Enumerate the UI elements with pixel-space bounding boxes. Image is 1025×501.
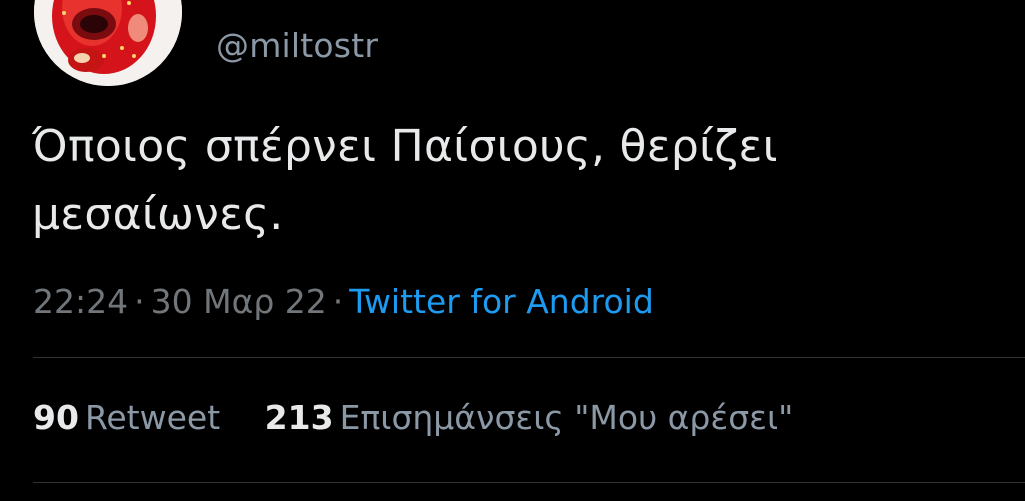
tweet-date[interactable]: 30 Μαρ 22	[151, 282, 327, 321]
divider	[33, 357, 1025, 358]
strawberry-avatar-icon	[34, 0, 182, 86]
likes-count: 213	[264, 398, 334, 437]
tweet-text-line: Όποιος σπέρνει Παίσιους, θερίζει	[32, 121, 778, 172]
tweet-source-link[interactable]: Twitter for Android	[349, 282, 654, 321]
tweet-text-line: μεσαίωνες.	[32, 189, 284, 240]
retweets-label: Retweet	[84, 398, 221, 437]
meta-separator: ·	[134, 282, 145, 321]
likes-stat[interactable]: 213 Επισημάνσεις "Μου αρέσει"	[265, 396, 794, 440]
retweets-stat[interactable]: 90 Retweet	[33, 396, 220, 440]
divider	[33, 482, 1025, 483]
meta-separator: ·	[332, 282, 344, 321]
avatar[interactable]	[34, 0, 182, 86]
user-handle[interactable]: @miltostr	[216, 26, 378, 66]
retweets-count: 90	[33, 398, 79, 437]
likes-label: Επισημάνσεις "Μου αρέσει"	[339, 398, 794, 437]
tweet-stats: 90 Retweet 213 Επισημάνσεις "Μου αρέσει"	[33, 396, 827, 440]
tweet-text: Όποιος σπέρνει Παίσιους, θερίζει μεσαίων…	[32, 113, 1002, 249]
tweet-meta: 22:24 · 30 Μαρ 22 · Twitter for Android	[33, 280, 654, 324]
tweet-time[interactable]: 22:24	[33, 282, 128, 321]
